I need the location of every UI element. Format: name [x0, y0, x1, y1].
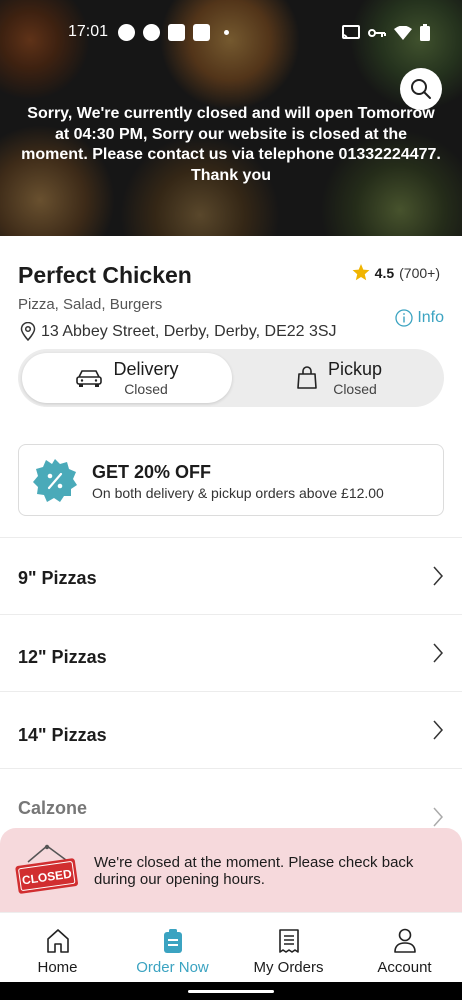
android-icon: [193, 24, 210, 41]
closed-banner: CLOSED We're closed at the moment. Pleas…: [0, 828, 462, 912]
address: 13 Abbey Street, Derby, Derby, DE22 3SJ: [20, 322, 337, 341]
closed-message: We're closed at the moment. Please check…: [94, 854, 414, 888]
nav-order-now[interactable]: Order Now: [115, 913, 230, 983]
cast-icon: [342, 24, 360, 39]
pickup-status: Closed: [333, 381, 377, 397]
promo-subtitle: On both delivery & pickup orders above £…: [92, 485, 384, 501]
home-gesture-bar[interactable]: [188, 990, 274, 993]
android-icon: [168, 24, 185, 41]
search-button[interactable]: [400, 68, 442, 110]
cuisine-list: Pizza, Salad, Burgers: [18, 296, 163, 313]
notification-icons: [118, 24, 229, 41]
rating-value: 4.5: [374, 264, 395, 281]
category-row[interactable]: 14" Pizzas: [0, 692, 462, 768]
category-label: Calzone: [18, 798, 88, 818]
category-label: 12" Pizzas: [18, 647, 107, 667]
info-icon: [395, 309, 413, 327]
bag-icon: [297, 366, 317, 389]
category-row[interactable]: 12" Pizzas: [0, 615, 462, 691]
info-label: Info: [417, 309, 444, 326]
nav-home-label: Home: [37, 959, 78, 976]
order-mode-toggle: Delivery Closed Pickup Closed: [18, 349, 444, 407]
rating-count: (700+): [399, 264, 440, 281]
status-bar: 17:01: [0, 22, 462, 44]
receipt-icon: [278, 929, 299, 953]
category-row[interactable]: 9" Pizzas: [0, 538, 462, 614]
hero-banner: 17:01 Sorry, We're currently closed and …: [0, 0, 462, 236]
nav-account-label: Account: [377, 959, 432, 976]
search-icon: [411, 79, 431, 99]
delivery-option[interactable]: Delivery Closed: [22, 353, 232, 403]
more-notifications-dot: [224, 30, 229, 35]
address-text: 13 Abbey Street, Derby, Derby, DE22 3SJ: [41, 322, 337, 340]
category-label: 14" Pizzas: [18, 725, 107, 745]
nav-home[interactable]: Home: [0, 913, 115, 983]
nav-account[interactable]: Account: [347, 913, 462, 983]
status-time: 17:01: [68, 23, 109, 40]
car-icon: [76, 370, 103, 387]
vpn-key-icon: [368, 28, 386, 37]
pickup-option[interactable]: Pickup Closed: [234, 353, 444, 403]
nav-my-orders[interactable]: My Orders: [231, 913, 346, 983]
delivery-status: Closed: [124, 381, 168, 397]
chevron-right-icon: [433, 720, 444, 740]
chevron-right-icon: [433, 807, 444, 827]
star-icon: [352, 264, 370, 281]
chevron-right-icon: [433, 566, 444, 586]
notification-app-icon: [118, 24, 135, 41]
user-icon: [393, 928, 416, 953]
bottom-navigation: Home Order Now My Orders Account: [0, 912, 462, 982]
promo-card[interactable]: GET 20% OFF On both delivery & pickup or…: [18, 444, 444, 516]
rating: 4.5 (700+): [352, 264, 440, 281]
category-label: 9" Pizzas: [18, 568, 97, 588]
pickup-label: Pickup: [327, 359, 383, 379]
wifi-icon: [394, 25, 412, 40]
promo-title: GET 20% OFF: [92, 462, 212, 482]
restaurant-name: Perfect Chicken: [18, 262, 192, 288]
system-icons: [342, 24, 430, 41]
closed-notice-text: Sorry, We're currently closed and will o…: [21, 105, 441, 184]
discount-badge-icon: [33, 459, 77, 502]
delivery-label: Delivery: [113, 359, 179, 379]
home-icon: [46, 929, 69, 953]
order-icon: [163, 929, 182, 953]
notification-app-icon: [143, 24, 160, 41]
gesture-navigation-area: [0, 982, 462, 1000]
battery-icon: [420, 24, 430, 41]
nav-my-orders-label: My Orders: [253, 959, 324, 976]
info-link[interactable]: Info: [395, 309, 444, 327]
nav-order-now-label: Order Now: [136, 959, 209, 976]
chevron-right-icon: [433, 643, 444, 663]
closed-sign-icon: CLOSED: [15, 844, 78, 894]
location-pin-icon: [20, 322, 36, 341]
